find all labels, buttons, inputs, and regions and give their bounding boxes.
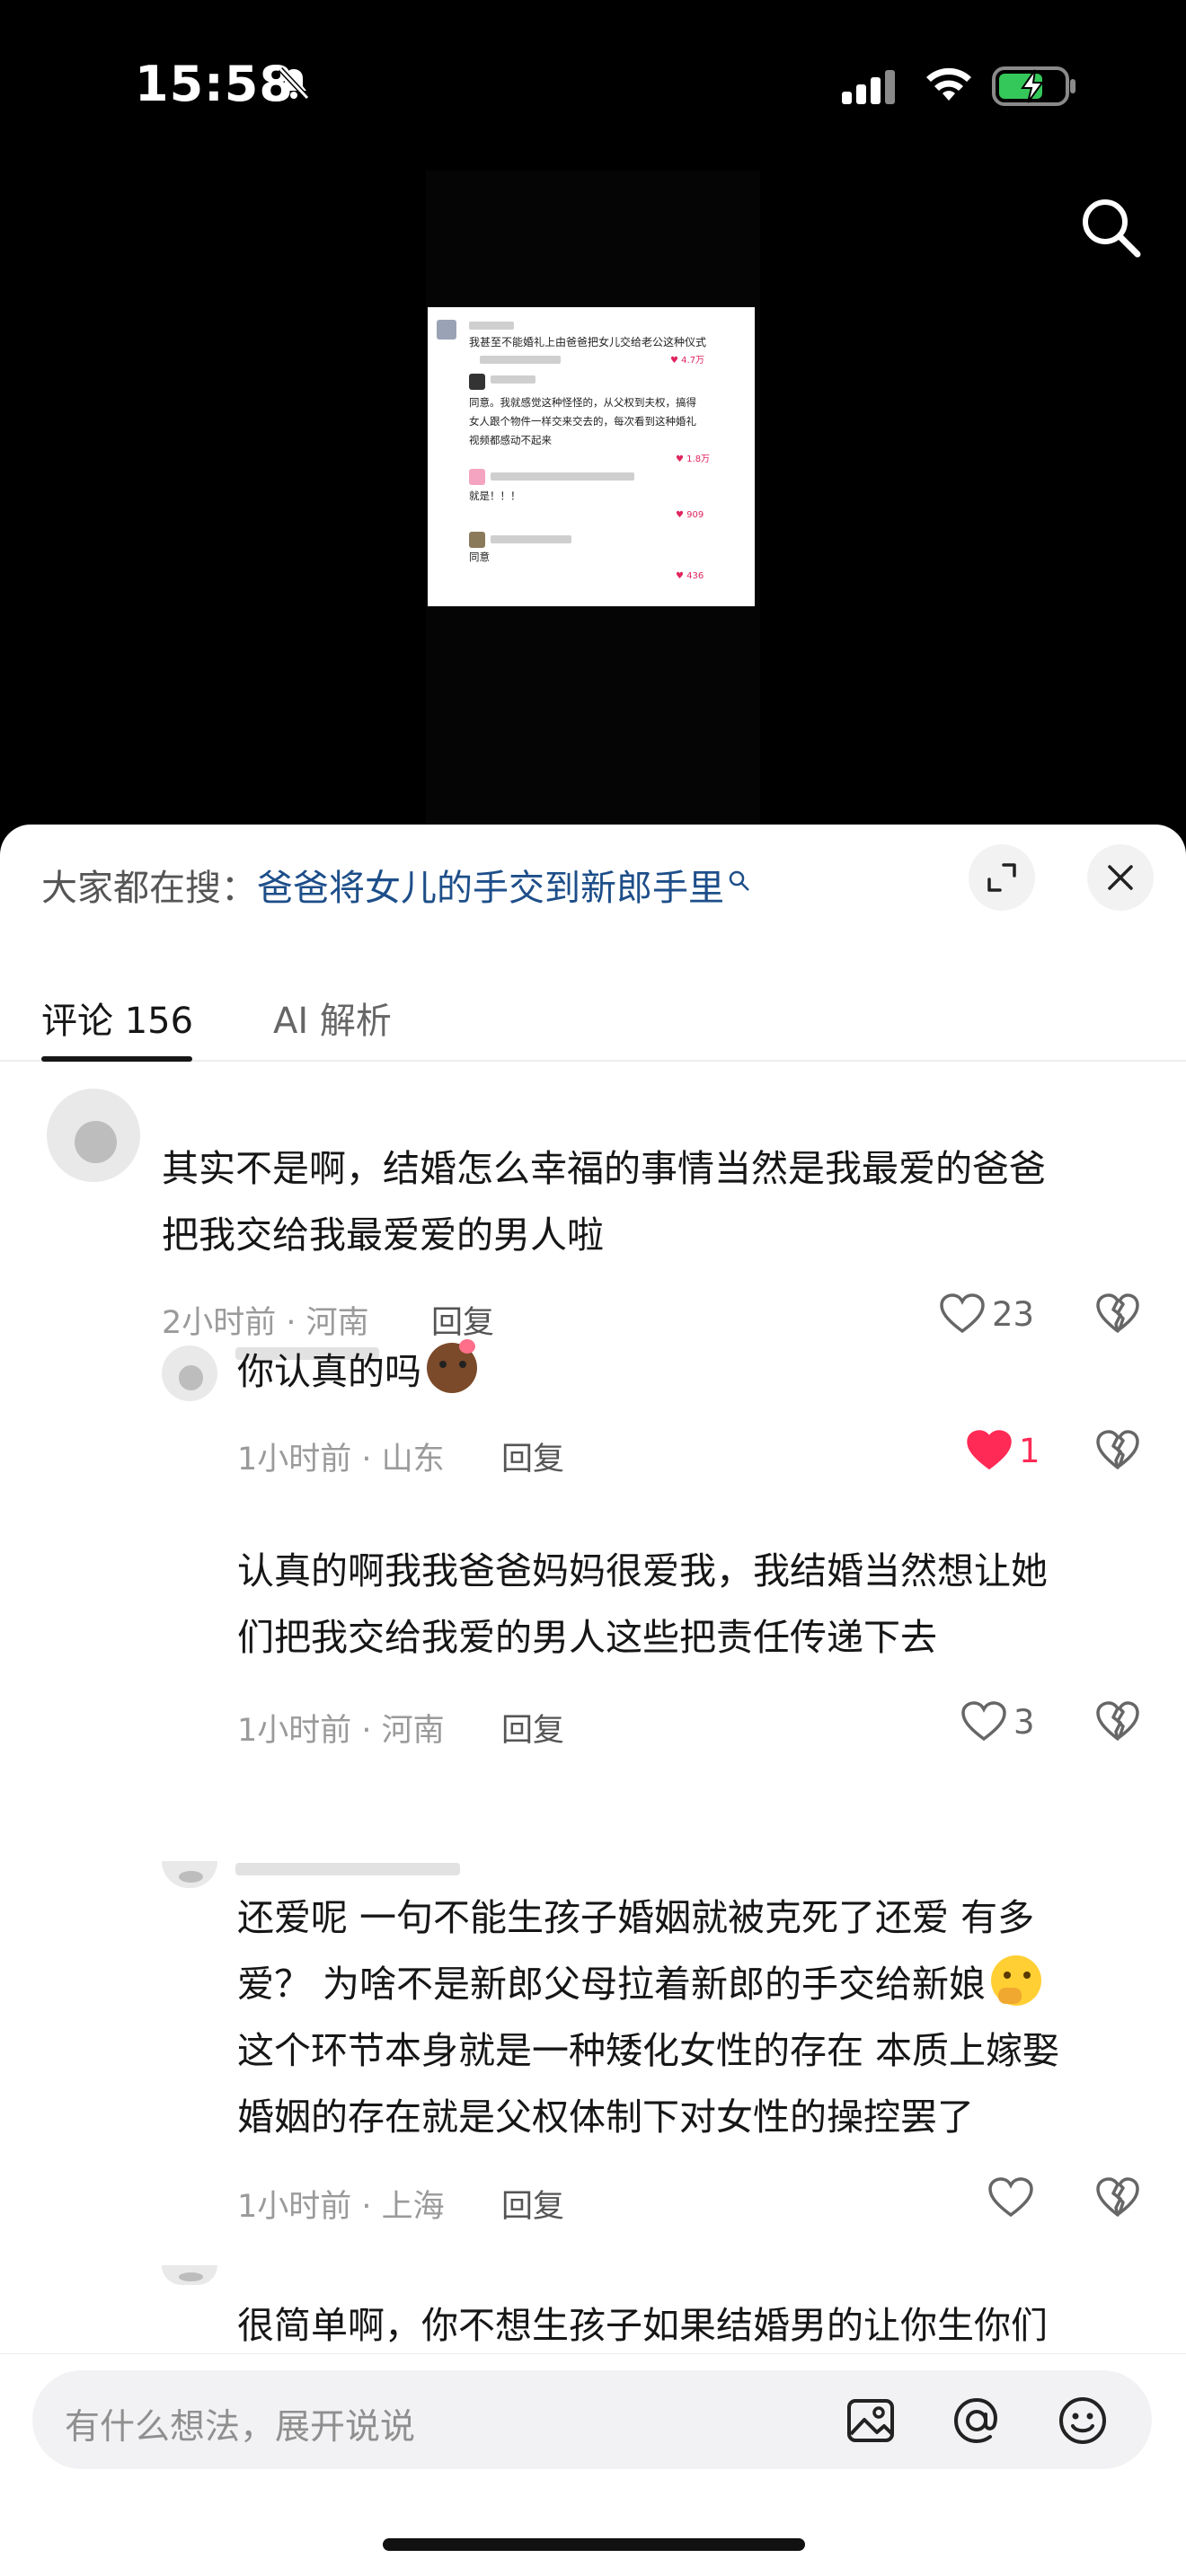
comment-text-line: 很简单啊，你不想生孩子如果结婚男的让你生你们 bbox=[237, 2304, 1048, 2347]
dislike-icon[interactable] bbox=[1094, 1428, 1141, 1473]
comment-list[interactable]: 其实不是啊，结婚怎么幸福的事情当然是我最爱的爸爸 把我交给我最爱爱的男人啦 2小… bbox=[0, 1062, 1186, 2355]
reply-button[interactable]: 回复 bbox=[501, 1705, 564, 1751]
heart-icon[interactable] bbox=[960, 1699, 1008, 1744]
reply-button[interactable]: 回复 bbox=[431, 1297, 494, 1343]
comment-sheet: 大家都在搜：爸爸将女儿的手交到新郎手里 评论 156 AI 解析 其实不是啊，结… bbox=[0, 825, 1186, 2576]
tab-ai-analysis[interactable]: AI 解析 bbox=[273, 992, 392, 1044]
like-count: 23 bbox=[992, 1295, 1035, 1334]
heart-icon[interactable] bbox=[965, 1428, 1013, 1473]
comment-text-line: 其实不是啊，结婚怎么幸福的事情当然是我最爱的爸爸 bbox=[162, 1147, 1046, 1190]
like-count: 1 bbox=[1019, 1432, 1040, 1470]
image-icon[interactable] bbox=[845, 2395, 897, 2447]
thinking-face-emoji bbox=[991, 1955, 1042, 2006]
comment-meta: 1小时前 · 上海 bbox=[237, 2189, 445, 2225]
dislike-icon[interactable] bbox=[1094, 1699, 1141, 1744]
comment-text-line: 们把我交给我爱的男人这些把责任传递下去 bbox=[237, 1616, 937, 1659]
comment-text-line: 这个环节本身就是一种矮化女性的存在 本质上嫁娶 bbox=[237, 2029, 1060, 2072]
search-icon bbox=[729, 870, 749, 891]
comment-input[interactable]: 有什么想法，展开说说 bbox=[32, 2370, 1152, 2469]
wifi-icon bbox=[926, 67, 971, 101]
bell-mute-icon bbox=[278, 66, 310, 101]
dislike-icon[interactable] bbox=[1094, 2175, 1141, 2220]
battery-charging-icon bbox=[992, 66, 1075, 106]
emoji-icon[interactable] bbox=[1057, 2395, 1109, 2447]
avatar[interactable] bbox=[162, 2265, 217, 2285]
comment-meta: 2小时前 · 河南 bbox=[162, 1305, 369, 1341]
video-thumbnail[interactable]: 我甚至不能婚礼上由爸爸把女儿交给老公这种仪式 ♥ 4.7万 同意。我就感觉这种怪… bbox=[428, 307, 755, 606]
at-icon[interactable] bbox=[951, 2395, 1003, 2447]
expand-icon bbox=[987, 863, 1016, 892]
shy-face-emoji bbox=[427, 1339, 477, 1393]
hot-search-bar[interactable]: 大家都在搜：爸爸将女儿的手交到新郎手里 bbox=[41, 859, 751, 911]
signal-icon bbox=[842, 70, 895, 104]
comment-text-line: 婚姻的存在就是父权体制下对女性的操控罢了 bbox=[237, 2095, 974, 2139]
tab-comments[interactable]: 评论 156 bbox=[41, 992, 193, 1044]
comment-text-line: 爱？ 为啥不是新郎父母拉着新郎的手交给新娘 bbox=[237, 1951, 1042, 2017]
comment-meta: 1小时前 · 河南 bbox=[237, 1713, 445, 1749]
tab-bar: 评论 156 AI 解析 bbox=[0, 959, 1186, 1062]
reply-button[interactable]: 回复 bbox=[501, 1434, 564, 1479]
hot-search-query[interactable]: 爸爸将女儿的手交到新郎手里 bbox=[257, 868, 724, 909]
expand-button[interactable] bbox=[969, 844, 1035, 911]
reply-button[interactable]: 回复 bbox=[501, 2181, 564, 2227]
home-indicator[interactable] bbox=[383, 2538, 805, 2551]
heart-icon[interactable] bbox=[938, 1292, 987, 1337]
search-icon[interactable] bbox=[1076, 193, 1145, 261]
avatar[interactable] bbox=[47, 1089, 140, 1182]
comment-text-line: 你认真的吗 bbox=[237, 1338, 477, 1405]
like-count: 3 bbox=[1013, 1703, 1035, 1742]
comment-meta: 1小时前 · 山东 bbox=[237, 1442, 445, 1478]
avatar[interactable] bbox=[162, 1345, 217, 1401]
close-icon bbox=[1108, 865, 1133, 890]
thumb-avatar bbox=[437, 320, 456, 340]
close-button[interactable] bbox=[1087, 844, 1154, 911]
thumb-title: 我甚至不能婚礼上由爸爸把女儿交给老公这种仪式 bbox=[469, 336, 707, 348]
hot-search-prefix: 大家都在搜： bbox=[41, 868, 257, 909]
status-time: 15:58 bbox=[135, 56, 294, 112]
thumb-like: ♥ 4.7万 bbox=[670, 356, 705, 366]
comment-text-line: 把我交给我最爱爱的男人啦 bbox=[162, 1213, 604, 1257]
comment-text-line: 认真的啊我我爸爸妈妈很爱我，我结婚当然想让她 bbox=[237, 1549, 1048, 1592]
avatar[interactable] bbox=[162, 1861, 217, 1888]
comment-input-placeholder: 有什么想法，展开说说 bbox=[65, 2407, 416, 2448]
dislike-icon[interactable] bbox=[1094, 1292, 1141, 1337]
heart-icon[interactable] bbox=[987, 2175, 1035, 2220]
comment-text-line: 还爱呢 一句不能生孩子婚姻就被克死了还爱 有多 bbox=[237, 1896, 1035, 1939]
status-bar: 15:58 bbox=[0, 0, 1186, 171]
